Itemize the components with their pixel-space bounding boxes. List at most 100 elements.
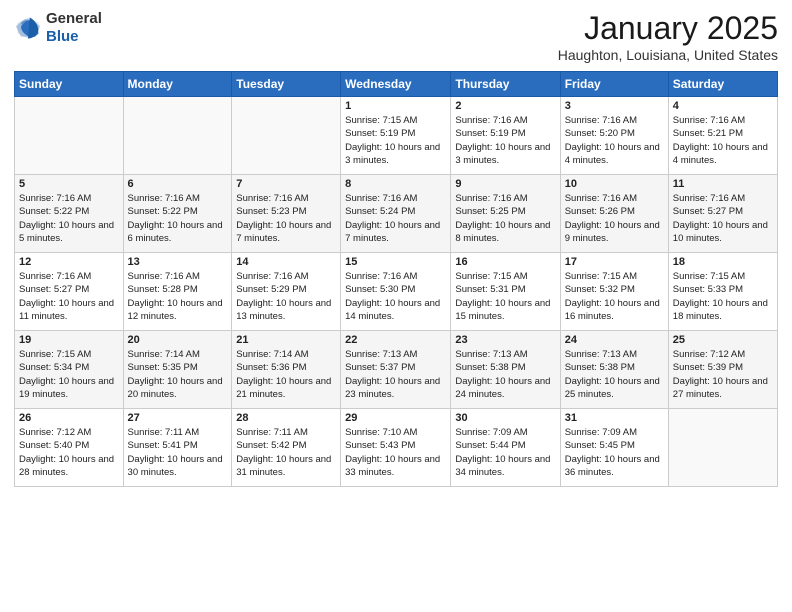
daylight-text: Daylight: 10 hours and 24 minutes. xyxy=(455,376,550,400)
weekday-header-row: Sunday Monday Tuesday Wednesday Thursday… xyxy=(15,72,778,97)
sunset-text: Sunset: 5:31 PM xyxy=(455,284,525,295)
logo: General Blue xyxy=(14,10,102,46)
sunset-text: Sunset: 5:26 PM xyxy=(565,206,635,217)
daylight-text: Daylight: 10 hours and 27 minutes. xyxy=(673,376,768,400)
sunset-text: Sunset: 5:43 PM xyxy=(345,440,415,451)
sunrise-text: Sunrise: 7:16 AM xyxy=(128,271,200,282)
sunrise-text: Sunrise: 7:12 AM xyxy=(19,427,91,438)
day-number: 2 xyxy=(455,100,555,112)
sunrise-text: Sunrise: 7:16 AM xyxy=(673,115,745,126)
day-info: Sunrise: 7:12 AM Sunset: 5:39 PM Dayligh… xyxy=(673,348,773,401)
day-number: 18 xyxy=(673,256,773,268)
day-number: 28 xyxy=(236,412,336,424)
sunset-text: Sunset: 5:19 PM xyxy=(455,128,525,139)
day-info: Sunrise: 7:16 AM Sunset: 5:19 PM Dayligh… xyxy=(455,114,555,167)
day-info: Sunrise: 7:14 AM Sunset: 5:36 PM Dayligh… xyxy=(236,348,336,401)
daylight-text: Daylight: 10 hours and 25 minutes. xyxy=(565,376,660,400)
sunrise-text: Sunrise: 7:09 AM xyxy=(565,427,637,438)
day-info: Sunrise: 7:16 AM Sunset: 5:22 PM Dayligh… xyxy=(19,192,119,245)
sunrise-text: Sunrise: 7:15 AM xyxy=(565,271,637,282)
sunset-text: Sunset: 5:40 PM xyxy=(19,440,89,451)
sunrise-text: Sunrise: 7:16 AM xyxy=(455,193,527,204)
day-info: Sunrise: 7:11 AM Sunset: 5:41 PM Dayligh… xyxy=(128,426,228,479)
sunrise-text: Sunrise: 7:15 AM xyxy=(19,349,91,360)
day-info: Sunrise: 7:16 AM Sunset: 5:22 PM Dayligh… xyxy=(128,192,228,245)
header-monday: Monday xyxy=(123,72,232,97)
day-info: Sunrise: 7:09 AM Sunset: 5:45 PM Dayligh… xyxy=(565,426,664,479)
sunrise-text: Sunrise: 7:09 AM xyxy=(455,427,527,438)
header-wednesday: Wednesday xyxy=(341,72,451,97)
calendar-page: General Blue January 2025 Haughton, Loui… xyxy=(0,0,792,612)
sunset-text: Sunset: 5:45 PM xyxy=(565,440,635,451)
day-number: 20 xyxy=(128,334,228,346)
day-number: 16 xyxy=(455,256,555,268)
sunrise-text: Sunrise: 7:16 AM xyxy=(345,193,417,204)
sunrise-text: Sunrise: 7:15 AM xyxy=(673,271,745,282)
sunrise-text: Sunrise: 7:14 AM xyxy=(236,349,308,360)
calendar-cell: 25 Sunrise: 7:12 AM Sunset: 5:39 PM Dayl… xyxy=(668,331,777,409)
sunrise-text: Sunrise: 7:16 AM xyxy=(19,271,91,282)
title-block: January 2025 Haughton, Louisiana, United… xyxy=(558,10,778,63)
day-number: 15 xyxy=(345,256,446,268)
day-info: Sunrise: 7:16 AM Sunset: 5:30 PM Dayligh… xyxy=(345,270,446,323)
sunset-text: Sunset: 5:20 PM xyxy=(565,128,635,139)
daylight-text: Daylight: 10 hours and 33 minutes. xyxy=(345,454,440,478)
daylight-text: Daylight: 10 hours and 10 minutes. xyxy=(673,220,768,244)
day-number: 25 xyxy=(673,334,773,346)
daylight-text: Daylight: 10 hours and 12 minutes. xyxy=(128,298,223,322)
day-info: Sunrise: 7:16 AM Sunset: 5:24 PM Dayligh… xyxy=(345,192,446,245)
sunset-text: Sunset: 5:37 PM xyxy=(345,362,415,373)
calendar-cell xyxy=(668,409,777,487)
daylight-text: Daylight: 10 hours and 4 minutes. xyxy=(565,142,660,166)
calendar-week-4: 26 Sunrise: 7:12 AM Sunset: 5:40 PM Dayl… xyxy=(15,409,778,487)
sunset-text: Sunset: 5:28 PM xyxy=(128,284,198,295)
day-info: Sunrise: 7:16 AM Sunset: 5:21 PM Dayligh… xyxy=(673,114,773,167)
calendar-week-2: 12 Sunrise: 7:16 AM Sunset: 5:27 PM Dayl… xyxy=(15,253,778,331)
sunset-text: Sunset: 5:35 PM xyxy=(128,362,198,373)
day-number: 13 xyxy=(128,256,228,268)
day-number: 10 xyxy=(565,178,664,190)
calendar-cell: 10 Sunrise: 7:16 AM Sunset: 5:26 PM Dayl… xyxy=(560,175,668,253)
daylight-text: Daylight: 10 hours and 3 minutes. xyxy=(455,142,550,166)
daylight-text: Daylight: 10 hours and 21 minutes. xyxy=(236,376,331,400)
daylight-text: Daylight: 10 hours and 13 minutes. xyxy=(236,298,331,322)
day-info: Sunrise: 7:15 AM Sunset: 5:33 PM Dayligh… xyxy=(673,270,773,323)
sunrise-text: Sunrise: 7:16 AM xyxy=(345,271,417,282)
sunset-text: Sunset: 5:44 PM xyxy=(455,440,525,451)
calendar-cell: 11 Sunrise: 7:16 AM Sunset: 5:27 PM Dayl… xyxy=(668,175,777,253)
day-number: 29 xyxy=(345,412,446,424)
header-tuesday: Tuesday xyxy=(232,72,341,97)
sunset-text: Sunset: 5:38 PM xyxy=(565,362,635,373)
day-info: Sunrise: 7:16 AM Sunset: 5:25 PM Dayligh… xyxy=(455,192,555,245)
sunrise-text: Sunrise: 7:15 AM xyxy=(345,115,417,126)
calendar-cell xyxy=(232,97,341,175)
daylight-text: Daylight: 10 hours and 5 minutes. xyxy=(19,220,114,244)
daylight-text: Daylight: 10 hours and 34 minutes. xyxy=(455,454,550,478)
sunrise-text: Sunrise: 7:12 AM xyxy=(673,349,745,360)
sunrise-text: Sunrise: 7:10 AM xyxy=(345,427,417,438)
day-number: 12 xyxy=(19,256,119,268)
daylight-text: Daylight: 10 hours and 20 minutes. xyxy=(128,376,223,400)
daylight-text: Daylight: 10 hours and 30 minutes. xyxy=(128,454,223,478)
sunrise-text: Sunrise: 7:16 AM xyxy=(128,193,200,204)
calendar-cell xyxy=(15,97,124,175)
day-number: 3 xyxy=(565,100,664,112)
calendar-cell: 3 Sunrise: 7:16 AM Sunset: 5:20 PM Dayli… xyxy=(560,97,668,175)
daylight-text: Daylight: 10 hours and 18 minutes. xyxy=(673,298,768,322)
daylight-text: Daylight: 10 hours and 14 minutes. xyxy=(345,298,440,322)
calendar-cell xyxy=(123,97,232,175)
calendar-cell: 15 Sunrise: 7:16 AM Sunset: 5:30 PM Dayl… xyxy=(341,253,451,331)
calendar-cell: 14 Sunrise: 7:16 AM Sunset: 5:29 PM Dayl… xyxy=(232,253,341,331)
sunrise-text: Sunrise: 7:16 AM xyxy=(565,193,637,204)
daylight-text: Daylight: 10 hours and 15 minutes. xyxy=(455,298,550,322)
sunrise-text: Sunrise: 7:16 AM xyxy=(236,271,308,282)
calendar-cell: 31 Sunrise: 7:09 AM Sunset: 5:45 PM Dayl… xyxy=(560,409,668,487)
day-number: 14 xyxy=(236,256,336,268)
calendar-cell: 18 Sunrise: 7:15 AM Sunset: 5:33 PM Dayl… xyxy=(668,253,777,331)
sunrise-text: Sunrise: 7:14 AM xyxy=(128,349,200,360)
sunrise-text: Sunrise: 7:13 AM xyxy=(455,349,527,360)
calendar-cell: 9 Sunrise: 7:16 AM Sunset: 5:25 PM Dayli… xyxy=(451,175,560,253)
location: Haughton, Louisiana, United States xyxy=(558,47,778,63)
day-info: Sunrise: 7:16 AM Sunset: 5:20 PM Dayligh… xyxy=(565,114,664,167)
calendar-cell: 26 Sunrise: 7:12 AM Sunset: 5:40 PM Dayl… xyxy=(15,409,124,487)
